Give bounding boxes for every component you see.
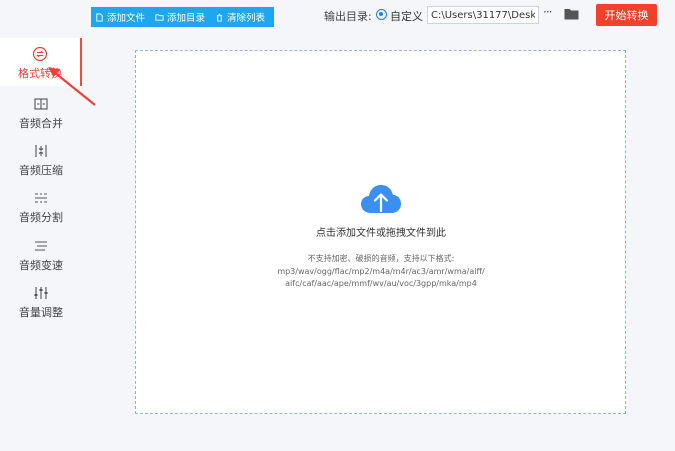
sidebar-item-label: 音频分割 [19, 211, 63, 224]
volume-adjust-icon [34, 287, 48, 299]
add-folder-button[interactable]: 添加目录 [155, 10, 205, 24]
clear-list-label: 清除列表 [227, 13, 266, 24]
add-file-label: 添加文件 [107, 13, 146, 24]
sidebar-item-label: 音频合并 [19, 117, 63, 130]
start-convert-button[interactable]: 开始转换 [596, 4, 657, 26]
trash-icon [216, 13, 223, 22]
clear-list-button[interactable]: 清除列表 [215, 10, 265, 24]
file-toolbar: 添加文件 添加目录 清除列表 [91, 7, 274, 27]
speed-icon [35, 241, 47, 251]
add-file-button[interactable]: 添加文件 [95, 10, 145, 24]
add-folder-label: 添加目录 [167, 13, 206, 24]
sidebar-item-label: 音量调整 [19, 306, 63, 319]
note-line: aifc/caf/aac/ape/mmf/wv/au/voc/3gpp/mka/… [285, 279, 477, 288]
file-drop-zone[interactable]: 点击添加文件或拖拽文件到此 不支持加密、破损的音频，支持以下格式: mp3/wa… [135, 50, 626, 414]
split-icon [35, 193, 47, 203]
annotation-arrow [48, 67, 96, 106]
open-folder-icon[interactable] [564, 8, 579, 20]
drop-zone-title: 点击添加文件或拖拽文件到此 [316, 228, 446, 239]
browse-more-button[interactable]: ··· [543, 5, 553, 19]
custom-dir-radio[interactable] [376, 9, 387, 20]
cloud-upload-icon [361, 185, 401, 213]
custom-dir-label: 自定义 [390, 10, 423, 23]
sidebar-item-label: 音频变速 [19, 259, 63, 272]
sidebar-item-speed[interactable]: 音频变速 [0, 238, 82, 286]
sidebar-item-volume[interactable]: 音量调整 [0, 285, 82, 333]
sidebar-item-compress[interactable]: 音频压缩 [0, 143, 82, 191]
output-path-field[interactable] [427, 6, 539, 24]
sidebar-item-label: 音频压缩 [19, 164, 63, 177]
compress-icon [35, 145, 47, 157]
supported-formats-note: 不支持加密、破损的音频，支持以下格式: mp3/wav/ogg/flac/mp2… [136, 253, 626, 291]
note-line: mp3/wav/ogg/flac/mp2/m4a/m4r/ac3/amr/wma… [277, 266, 485, 276]
folder-icon [155, 13, 164, 21]
file-icon [96, 12, 103, 22]
sidebar-item-split[interactable]: 音频分割 [0, 190, 82, 238]
output-dir-label: 输出目录: [324, 10, 372, 23]
note-line: 不支持加密、破损的音频，支持以下格式: [307, 254, 455, 263]
